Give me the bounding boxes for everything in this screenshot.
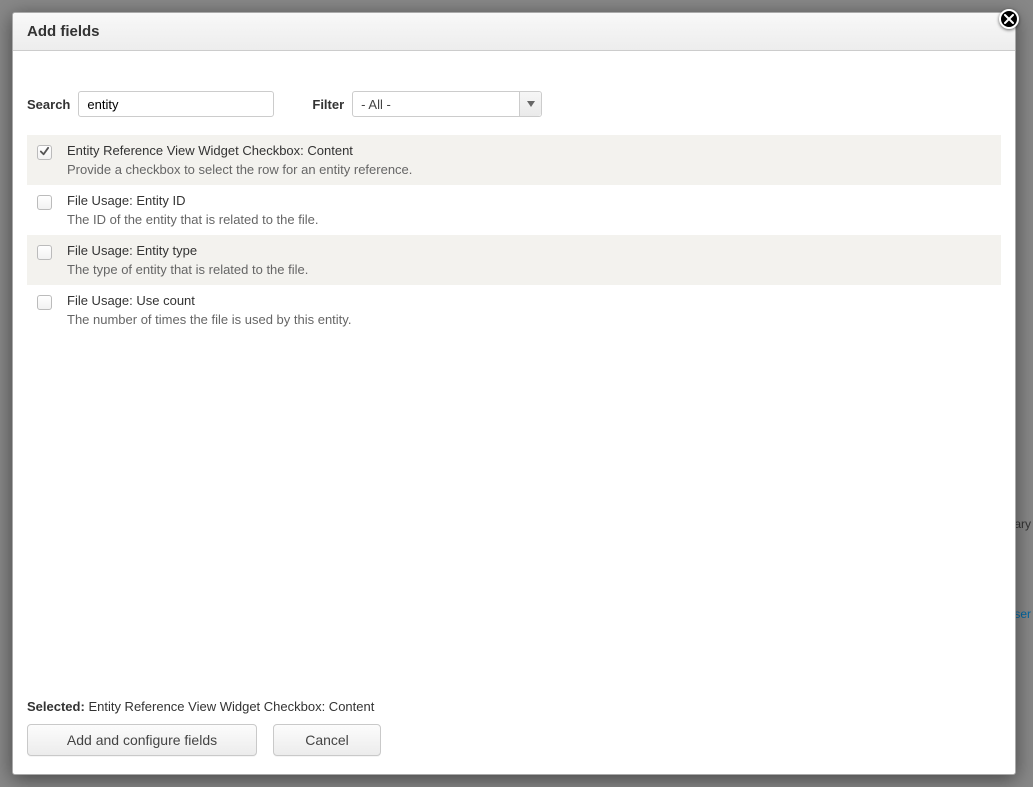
field-checkbox[interactable] — [37, 295, 52, 310]
dialog-footer: Selected: Entity Reference View Widget C… — [13, 687, 1015, 774]
filter-select[interactable]: - All - — [352, 91, 542, 117]
field-row: File Usage: Entity ID The ID of the enti… — [27, 185, 1001, 235]
search-label: Search — [27, 97, 70, 112]
field-checkbox[interactable] — [37, 245, 52, 260]
field-desc: Provide a checkbox to select the row for… — [67, 162, 991, 177]
cancel-button[interactable]: Cancel — [273, 724, 381, 756]
field-desc: The type of entity that is related to th… — [67, 262, 991, 277]
field-row: Entity Reference View Widget Checkbox: C… — [27, 135, 1001, 185]
filter-label: Filter — [312, 97, 344, 112]
check-icon — [39, 295, 50, 310]
field-desc: The ID of the entity that is related to … — [67, 212, 991, 227]
controls-row: Search Filter - All - — [27, 65, 1001, 135]
field-title: Entity Reference View Widget Checkbox: C… — [67, 143, 991, 158]
field-desc: The number of times the file is used by … — [67, 312, 991, 327]
close-icon — [1004, 11, 1014, 28]
filter-group: Filter - All - — [312, 91, 542, 117]
check-icon — [39, 245, 50, 260]
selected-line: Selected: Entity Reference View Widget C… — [27, 699, 1001, 714]
field-title: File Usage: Use count — [67, 293, 991, 308]
field-row: File Usage: Entity type The type of enti… — [27, 235, 1001, 285]
field-title: File Usage: Entity type — [67, 243, 991, 258]
field-checkbox[interactable] — [37, 145, 52, 160]
close-button[interactable] — [999, 9, 1019, 29]
dialog-body: Search Filter - All - Entity Reference V… — [13, 51, 1015, 687]
check-icon — [39, 195, 50, 210]
button-row: Add and configure fields Cancel — [27, 724, 1001, 756]
field-row: File Usage: Use count The number of time… — [27, 285, 1001, 335]
selected-label: Selected: — [27, 699, 85, 714]
field-list: Entity Reference View Widget Checkbox: C… — [27, 135, 1001, 335]
selected-value: Entity Reference View Widget Checkbox: C… — [88, 699, 374, 714]
dialog-title: Add fields — [27, 23, 100, 40]
chevron-down-icon — [519, 92, 541, 116]
add-fields-dialog: Add fields Search Filter - All - — [12, 12, 1016, 775]
filter-value: - All - — [353, 97, 399, 112]
dialog-header: Add fields — [13, 13, 1015, 51]
add-configure-button[interactable]: Add and configure fields — [27, 724, 257, 756]
field-checkbox[interactable] — [37, 195, 52, 210]
field-title: File Usage: Entity ID — [67, 193, 991, 208]
check-icon — [39, 145, 50, 160]
search-input[interactable] — [78, 91, 274, 117]
